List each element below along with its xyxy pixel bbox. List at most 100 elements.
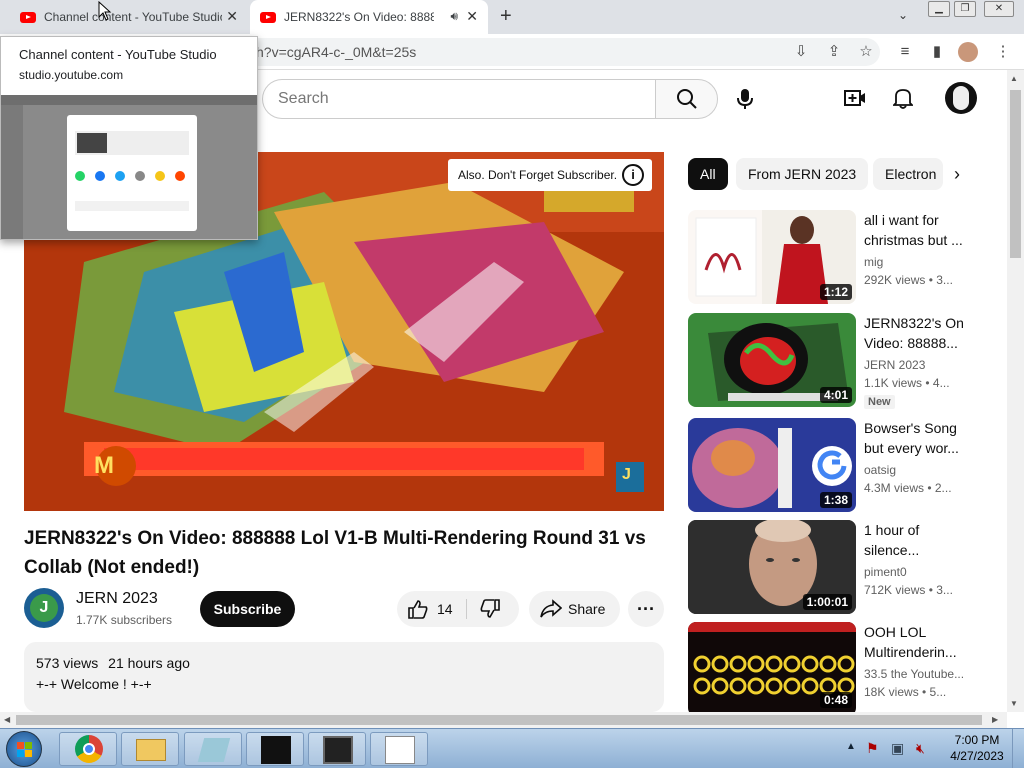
clock[interactable]: 7:00 PM 4/27/2023 xyxy=(948,733,1006,763)
scroll-up-arrow-icon[interactable]: ▲ xyxy=(1010,74,1018,83)
tab-hover-preview: Channel content - YouTube Studio studio.… xyxy=(0,36,258,240)
side-panel-icon[interactable]: ▮ xyxy=(928,43,946,61)
recommendation-item[interactable]: 1:38 Bowser's Song but every wor... oats… xyxy=(688,418,988,512)
like-dislike-group: 14 xyxy=(397,591,519,627)
video-thumbnail[interactable]: 1:38 xyxy=(688,418,856,512)
chip-all[interactable]: All xyxy=(688,158,728,190)
recommendation-channel: oatsig xyxy=(864,463,897,477)
tab-title: Channel content - YouTube Studio xyxy=(44,10,222,24)
share-button[interactable]: Share xyxy=(529,591,620,627)
scroll-left-arrow-icon[interactable]: ◀ xyxy=(4,715,10,724)
network-icon[interactable]: ▣ xyxy=(891,740,904,757)
taskbar-app[interactable] xyxy=(370,732,428,766)
video-thumbnail[interactable]: 1:12 xyxy=(688,210,856,304)
account-avatar[interactable] xyxy=(945,82,977,114)
description-box[interactable]: 573 views 21 hours ago +-+ Welcome ! +-+ xyxy=(24,642,664,712)
scroll-right-arrow-icon[interactable]: ▶ xyxy=(992,715,998,724)
search-placeholder: Search xyxy=(278,90,329,107)
recommendation-meta: 292K views • 3... xyxy=(864,273,953,287)
windows-taskbar: ▲ ⚑ ▣ 🔇︎ 7:00 PM 4/27/2023 xyxy=(0,728,1024,768)
youtube-favicon-icon xyxy=(260,11,276,23)
audio-playing-icon[interactable]: 🔊︎ xyxy=(450,9,458,24)
new-badge: New xyxy=(864,395,895,409)
recommendation-title[interactable]: Bowser's Song but every wor... xyxy=(864,418,974,458)
video-thumbnail[interactable]: 0:48 xyxy=(688,622,856,712)
preview-thumbnail xyxy=(1,95,257,239)
taskbar-chrome[interactable] xyxy=(59,732,117,766)
video-thumbnail[interactable]: 1:00:01 xyxy=(688,520,856,614)
taskbar-explorer[interactable] xyxy=(121,732,179,766)
tab-search-icon[interactable]: ⌄ xyxy=(898,8,908,22)
taskbar-app[interactable] xyxy=(246,732,304,766)
chip-electron[interactable]: Electron xyxy=(873,158,943,190)
close-window-button[interactable]: ✕ xyxy=(984,1,1014,17)
tab-youtube-studio[interactable]: Channel content - YouTube Studio ✕ xyxy=(10,0,248,34)
vertical-scrollbar[interactable]: ▲ ▼ xyxy=(1007,70,1024,712)
horizontal-scrollbar[interactable]: ◀ ▶ xyxy=(0,712,1007,728)
maximize-button[interactable]: ❐ xyxy=(954,1,976,17)
more-actions-button[interactable]: ··· xyxy=(628,591,664,627)
share-page-icon[interactable]: ⇪ xyxy=(825,43,843,61)
chip-from-channel[interactable]: From JERN 2023 xyxy=(736,158,869,190)
search-input[interactable]: Search xyxy=(262,79,656,119)
mouse-cursor-icon xyxy=(98,1,112,21)
app-icon xyxy=(261,736,291,764)
profile-avatar[interactable] xyxy=(958,42,978,62)
new-tab-button[interactable]: + xyxy=(500,5,512,28)
recommendation-title[interactable]: all i want for christmas but ... xyxy=(864,210,974,250)
recommendation-channel: mig xyxy=(864,255,884,269)
video-logo-text: M xyxy=(94,452,114,479)
search-icon xyxy=(677,89,697,109)
close-tab-icon[interactable]: ✕ xyxy=(226,8,238,25)
show-hidden-icons-icon[interactable]: ▲ xyxy=(846,741,856,752)
chips-next-chevron-icon[interactable]: › xyxy=(954,164,960,185)
notifications-bell-icon[interactable] xyxy=(893,87,913,109)
recommendation-title[interactable]: JERN8322's On Video: 88888... xyxy=(864,313,974,353)
install-icon[interactable]: ⇩ xyxy=(792,43,810,61)
video-thumbnail[interactable]: 4:01 xyxy=(688,313,856,407)
recommendation-item[interactable]: 1:00:01 1 hour of silence... piment0 712… xyxy=(688,520,988,614)
browser-menu-icon[interactable]: ⋮ xyxy=(994,43,1012,61)
channel-avatar[interactable]: J xyxy=(24,588,64,628)
recommendation-item[interactable]: 0:48 OOH LOL Multirenderin... 33.5 the Y… xyxy=(688,622,988,712)
video-info-card[interactable]: Also. Don't Forget Subscriber. i xyxy=(448,159,652,191)
search-button[interactable] xyxy=(655,79,718,119)
taskbar-app[interactable] xyxy=(308,732,366,766)
subscribe-button[interactable]: Subscribe xyxy=(200,591,295,627)
thumbs-down-icon[interactable] xyxy=(479,598,501,620)
recommendation-title[interactable]: OOH LOL Multirenderin... xyxy=(864,622,974,662)
scroll-down-arrow-icon[interactable]: ▼ xyxy=(1010,699,1018,708)
folder-icon xyxy=(136,739,166,761)
close-tab-icon[interactable]: ✕ xyxy=(466,8,478,25)
recommendation-channel: JERN 2023 xyxy=(864,358,926,372)
action-center-icon[interactable]: ⚑ xyxy=(866,740,879,757)
media-control-icon[interactable]: ≡ xyxy=(896,43,914,61)
channel-name[interactable]: JERN 2023 xyxy=(76,590,158,608)
chrome-icon xyxy=(75,735,103,763)
start-button[interactable] xyxy=(6,731,42,767)
bookmark-star-icon[interactable]: ☆ xyxy=(857,43,875,61)
view-count: 573 views xyxy=(36,655,99,671)
show-desktop-button[interactable] xyxy=(1012,729,1024,768)
share-label: Share xyxy=(568,601,606,617)
thumbs-up-icon xyxy=(408,600,428,619)
minimize-button[interactable]: ▁ xyxy=(928,1,950,17)
taskbar-app[interactable] xyxy=(184,732,242,766)
tab-current-video[interactable]: JERN8322's On Video: 888888 Lol 🔊︎ ✕ xyxy=(250,0,488,34)
tab-title: JERN8322's On Video: 888888 Lol xyxy=(284,10,434,24)
create-video-icon[interactable] xyxy=(844,88,866,108)
voice-search-icon[interactable] xyxy=(736,88,754,110)
fx-icon xyxy=(385,736,415,764)
upload-time: 21 hours ago xyxy=(108,655,190,671)
scrollbar-thumb[interactable] xyxy=(1010,90,1021,258)
like-count: 14 xyxy=(437,601,453,617)
recommendation-meta: 1.1K views • 4... xyxy=(864,376,950,390)
share-arrow-icon xyxy=(540,599,562,618)
recommendation-item[interactable]: 4:01 JERN8322's On Video: 88888... JERN … xyxy=(688,313,988,409)
recommendation-item[interactable]: 1:12 all i want for christmas but ... mi… xyxy=(688,210,988,304)
volume-muted-icon[interactable]: 🔇︎ xyxy=(916,740,925,757)
video-duration: 1:12 xyxy=(819,284,852,300)
info-icon[interactable]: i xyxy=(622,164,644,186)
recommendation-title[interactable]: 1 hour of silence... xyxy=(864,520,974,560)
h-scrollbar-thumb[interactable] xyxy=(16,715,982,725)
